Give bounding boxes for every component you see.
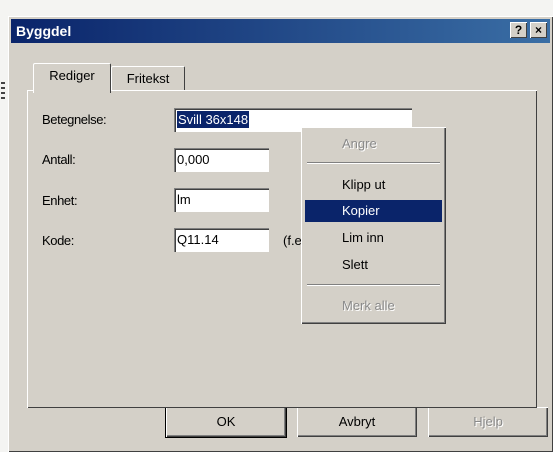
antall-field[interactable]: 0,000 bbox=[174, 148, 269, 172]
betegnelse-value: Svill 36x148 bbox=[177, 111, 250, 128]
background-dots bbox=[1, 82, 5, 102]
menu-item-lim-inn[interactable]: Lim inn bbox=[305, 227, 442, 249]
tab-panel bbox=[27, 90, 537, 408]
menu-item-slett[interactable]: Slett bbox=[305, 254, 442, 276]
help-button-titlebar[interactable]: ? bbox=[510, 22, 527, 38]
dialog-window: Byggdel ? × Rediger Fritekst bbox=[8, 16, 553, 452]
menu-item-klipp-ut[interactable]: Klipp ut bbox=[305, 174, 442, 196]
kode-field[interactable]: Q11.14 bbox=[174, 228, 269, 252]
menu-item-merk-alle[interactable]: Merk alle bbox=[305, 295, 442, 317]
cancel-button[interactable]: Avbryt bbox=[297, 407, 417, 437]
window-title: Byggdel bbox=[16, 23, 72, 39]
desktop-background bbox=[0, 0, 553, 16]
menu-separator bbox=[307, 284, 440, 286]
menu-separator bbox=[307, 162, 440, 164]
enhet-label: Enhet: bbox=[42, 193, 78, 208]
close-button[interactable]: × bbox=[530, 22, 547, 38]
tab-rediger[interactable]: Rediger bbox=[33, 63, 111, 93]
title-bar[interactable]: Byggdel ? × bbox=[11, 19, 550, 43]
betegnelse-label: Betegnelse: bbox=[42, 112, 107, 127]
antall-label: Antall: bbox=[42, 152, 76, 167]
context-menu: Angre Klipp ut Kopier Lim inn Slett Merk… bbox=[301, 127, 446, 324]
help-button[interactable]: Hjelp bbox=[428, 407, 548, 437]
menu-item-angre[interactable]: Angre bbox=[305, 133, 442, 155]
kode-label: Kode: bbox=[42, 233, 74, 248]
tab-fritekst[interactable]: Fritekst bbox=[111, 66, 185, 93]
ok-button[interactable]: OK bbox=[166, 407, 286, 437]
enhet-field[interactable]: lm bbox=[174, 188, 269, 212]
kode-hint: (f.e bbox=[283, 233, 302, 248]
menu-item-kopier[interactable]: Kopier bbox=[305, 200, 442, 222]
